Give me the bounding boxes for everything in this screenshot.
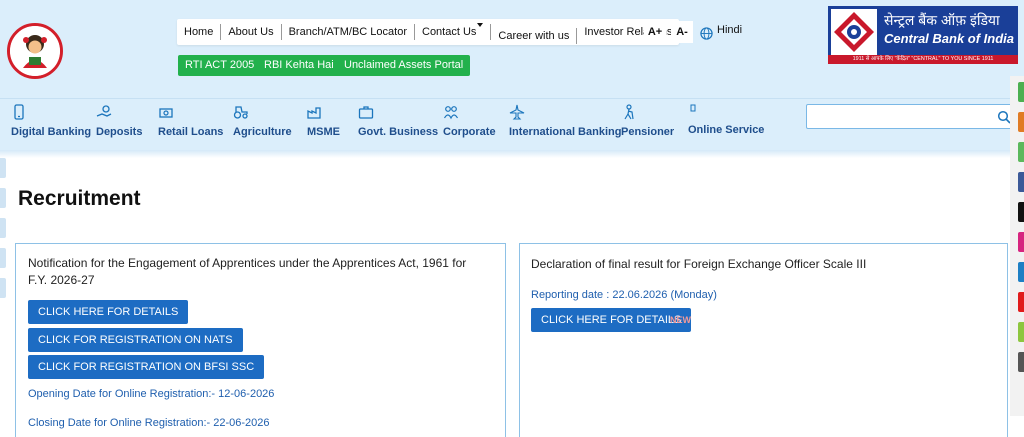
nats-registration-button[interactable]: CLICK FOR REGISTRATION ON NATS xyxy=(28,328,243,352)
right-social-rail xyxy=(1010,76,1024,416)
search-box xyxy=(806,104,1016,129)
top-nav-branch-locator[interactable]: Branch/ATM/BC Locator xyxy=(282,24,415,40)
site-header: Home About Us Branch/ATM/BC Locator Cont… xyxy=(0,0,1024,98)
apprentice-details-button[interactable]: CLICK HERE FOR DETAILS xyxy=(28,300,189,324)
bank-logo[interactable]: सेन्ट्रल बैंक ऑफ़ इंडिया Central Bank of… xyxy=(828,6,1018,64)
girl-child-logo-icon[interactable] xyxy=(7,23,63,79)
apprentice-card-title: Notification for the Engagement of Appre… xyxy=(28,256,467,287)
hand-coin-icon xyxy=(96,105,112,117)
people-icon xyxy=(443,106,459,120)
reporting-date: Reporting date : 22.06.2026 (Monday) xyxy=(531,289,717,301)
nav-retail-loans-label: Retail Loans xyxy=(158,126,224,138)
left-rail-tab-1[interactable] xyxy=(0,158,6,178)
rti-act-button[interactable]: RTI ACT 2005 xyxy=(178,55,262,76)
globe-icon xyxy=(700,27,713,40)
left-side-rail xyxy=(0,150,7,310)
bank-emblem-icon xyxy=(831,9,877,55)
language-toggle[interactable]: Hindi xyxy=(700,23,743,40)
top-nav-about-us[interactable]: About Us xyxy=(221,24,282,40)
briefcase-icon xyxy=(358,106,374,119)
loan-icon xyxy=(159,108,173,118)
nav-msme-label: MSME xyxy=(307,126,340,138)
left-rail-tab-3[interactable] xyxy=(0,218,6,238)
social-link-1[interactable] xyxy=(1018,82,1024,102)
nav-corporate-label: Corporate xyxy=(443,126,496,138)
nav-online-service-label: Online Service xyxy=(688,124,765,136)
left-rail-tab-4[interactable] xyxy=(0,248,6,268)
search-input[interactable] xyxy=(811,108,991,125)
social-link-9[interactable] xyxy=(1018,322,1024,342)
language-label: Hindi xyxy=(717,23,743,36)
social-link-10[interactable] xyxy=(1018,352,1024,372)
left-rail-tab-2[interactable] xyxy=(0,188,6,208)
nav-govt-business-label: Govt. Business xyxy=(358,126,439,138)
mobile-icon xyxy=(14,104,24,120)
social-link-6[interactable] xyxy=(1018,232,1024,252)
nav-shadow xyxy=(0,150,1014,158)
nav-international-banking-label: International Banking xyxy=(509,126,622,138)
online-icon xyxy=(690,104,696,112)
social-link-5[interactable] xyxy=(1018,202,1024,222)
social-link-7[interactable] xyxy=(1018,262,1024,282)
bank-name-english: Central Bank of India xyxy=(884,31,1015,46)
top-nav: Home About Us Branch/ATM/BC Locator Cont… xyxy=(177,19,680,45)
tractor-icon xyxy=(233,106,248,119)
apprentice-notification-card: Notification for the Engagement of Appre… xyxy=(15,243,506,437)
fx-card-title: Declaration of final result for Foreign … xyxy=(531,257,867,271)
factory-icon xyxy=(307,107,321,119)
pensioner-icon xyxy=(624,104,634,120)
bank-tagline: 1911 से आपके लिए "केंद्रित" "CENTRAL" TO… xyxy=(828,55,1018,64)
chevron-down-icon xyxy=(477,23,484,27)
unclaimed-assets-button[interactable]: Unclaimed Assets Portal xyxy=(337,55,471,76)
top-nav-home[interactable]: Home xyxy=(177,24,222,40)
opening-date: Opening Date for Online Registration:- 1… xyxy=(28,388,275,400)
nav-agriculture-label: Agriculture xyxy=(233,126,292,138)
social-link-3[interactable] xyxy=(1018,142,1024,162)
bank-name-hindi: सेन्ट्रल बैंक ऑफ़ इंडिया xyxy=(884,12,1000,28)
new-badge: NEW xyxy=(670,315,691,325)
social-link-4[interactable] xyxy=(1018,172,1024,192)
font-decrease-button[interactable]: A- xyxy=(671,21,693,43)
top-nav-contact-us-label: Contact Us xyxy=(422,26,477,38)
bfsi-registration-button[interactable]: CLICK FOR REGISTRATION ON BFSI SSC xyxy=(28,355,265,379)
foreign-exchange-result-card: Declaration of final result for Foreign … xyxy=(519,243,1008,437)
airplane-icon xyxy=(509,104,525,120)
left-rail-tab-5[interactable] xyxy=(0,278,6,298)
social-link-2[interactable] xyxy=(1018,112,1024,132)
social-link-8[interactable] xyxy=(1018,292,1024,312)
font-increase-button[interactable]: A+ xyxy=(644,21,666,43)
top-nav-career[interactable]: Career with us xyxy=(491,28,578,44)
search-icon[interactable] xyxy=(997,110,1011,124)
closing-date: Closing Date for Online Registration:- 2… xyxy=(28,417,270,429)
page-title: Recruitment xyxy=(18,187,141,210)
nav-digital-banking-label: Digital Banking xyxy=(11,126,92,138)
nav-deposits-label: Deposits xyxy=(96,126,143,138)
top-nav-contact-us[interactable]: Contact Us xyxy=(415,23,492,40)
fx-details-button[interactable]: CLICK HERE FOR DETAILS xyxy=(531,308,692,332)
nav-pensioner-label: Pensioner xyxy=(621,126,675,138)
rbi-kehta-hai-button[interactable]: RBI Kehta Hai xyxy=(257,55,341,76)
